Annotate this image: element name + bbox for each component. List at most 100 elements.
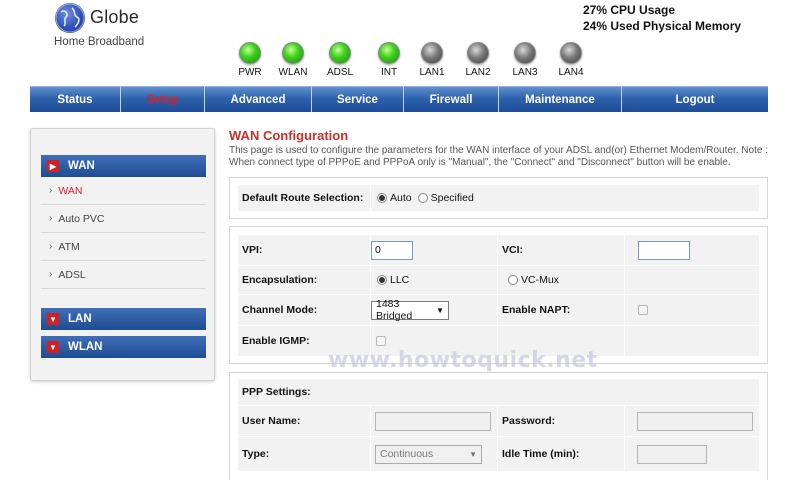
igmp-label: Enable IGMP:: [242, 335, 310, 347]
encap-vcmux-radio[interactable]: [508, 275, 518, 285]
vci-label: VCI:: [502, 244, 523, 256]
default-route-specified-radio[interactable]: [417, 193, 428, 203]
channel-mode-value: 1483 Bridged: [376, 298, 413, 322]
watermark-text: www.howtoquick.net: [328, 348, 598, 373]
nav-service[interactable]: Service: [312, 87, 404, 112]
led-pwr: PWR: [232, 42, 268, 78]
vci-input[interactable]: [638, 240, 690, 260]
led-lan2: LAN2: [460, 42, 496, 78]
sidebar-header-lan[interactable]: ▼ LAN: [41, 308, 206, 330]
encap-llc-label: LLC: [390, 274, 410, 286]
napt-checkbox[interactable]: [638, 305, 648, 315]
nav-setup[interactable]: Setup: [121, 87, 205, 112]
username-label: User Name:: [242, 415, 301, 427]
nav-advanced[interactable]: Advanced: [205, 87, 312, 112]
username-input-cell: [371, 406, 497, 436]
encap-vcmux-label: VC-Mux: [521, 274, 559, 286]
nav-logout[interactable]: Logout: [622, 87, 768, 112]
vpi-label-cell: VPI:: [238, 235, 370, 265]
password-input[interactable]: [637, 411, 753, 431]
type-label: Type:: [242, 448, 270, 460]
chevron-right-icon: ›: [49, 185, 53, 196]
cpu-usage: 27% CPU Usage: [583, 3, 676, 17]
vci-label-cell: VCI:: [498, 235, 624, 265]
sidebar-item-wan[interactable]: › WAN: [41, 177, 206, 205]
sidebar-header-label: LAN: [68, 313, 92, 325]
type-label-cell: Type:: [238, 437, 370, 471]
channel-mode-label: Channel Mode:: [242, 304, 318, 316]
idle-time-input[interactable]: [637, 444, 707, 464]
led-label: LAN2: [465, 67, 491, 78]
default-route-panel: Default Route Selection: Auto Specified: [229, 177, 768, 219]
led-indicator: [239, 42, 261, 64]
led-label: LAN1: [419, 67, 445, 78]
globe-logo: Globe Home Broadband: [52, 2, 152, 50]
default-route-auto-radio[interactable]: [377, 193, 387, 203]
idle-input-cell: [625, 437, 759, 471]
chevron-right-icon: ›: [49, 241, 53, 252]
led-indicator: [282, 42, 304, 64]
nav-status[interactable]: Status: [30, 87, 121, 112]
sidebar: ▶ WAN › WAN › Auto PVC › ATM › ADSL ▼ LA…: [30, 128, 215, 381]
sidebar-item-label: Auto PVC: [58, 212, 105, 225]
vpi-label: VPI:: [242, 244, 263, 256]
idle-time-label: Idle Time (min):: [502, 448, 580, 460]
encap-empty-cell: [625, 266, 759, 294]
encap-vcmux-cell: VC-Mux: [498, 266, 624, 294]
led-lan1: LAN1: [414, 42, 450, 78]
igmp-checkbox[interactable]: [376, 336, 386, 346]
channel-mode-select-cell: 1483 Bridged ▼: [371, 295, 497, 325]
led-indicator: [421, 42, 443, 64]
idle-label-cell: Idle Time (min):: [498, 437, 624, 471]
chevron-right-icon: ›: [49, 213, 53, 224]
username-input[interactable]: [375, 411, 491, 431]
sidebar-item-auto-pvc[interactable]: › Auto PVC: [41, 205, 206, 233]
username-label-cell: User Name:: [238, 406, 370, 436]
led-indicator: [329, 42, 351, 64]
sidebar-header-wan[interactable]: ▶ WAN: [41, 155, 206, 177]
type-value: Continuous: [380, 448, 434, 460]
sidebar-header-wlan[interactable]: ▼ WLAN: [41, 336, 206, 358]
led-int: INT: [371, 42, 407, 78]
led-lan3: LAN3: [507, 42, 543, 78]
led-label: LAN4: [558, 67, 584, 78]
sidebar-item-adsl[interactable]: › ADSL: [41, 261, 206, 289]
chevron-down-icon: ▼: [47, 341, 59, 353]
default-route-label: Default Route Selection:: [242, 192, 364, 204]
encapsulation-label: Encapsulation:: [242, 274, 318, 286]
atm-settings-panel: VPI: 0 VCI: Encapsulation: LLC VC-Mux Ch…: [229, 226, 768, 364]
led-label: WLAN: [278, 67, 308, 78]
encap-llc-radio[interactable]: [377, 275, 387, 285]
chevron-right-icon: ▶: [47, 160, 59, 172]
led-label: ADSL: [326, 67, 354, 78]
page-title: WAN Configuration: [229, 128, 349, 143]
chevron-down-icon: ▼: [47, 313, 59, 325]
channel-mode-label-cell: Channel Mode:: [238, 295, 370, 325]
default-route-specified-label: Specified: [430, 192, 474, 204]
brand-subtitle: Home Broadband: [54, 36, 145, 48]
default-route-options: Auto Specified: [371, 185, 759, 211]
led-lan4: LAN4: [553, 42, 589, 78]
led-indicator: [514, 42, 536, 64]
led-indicator: [378, 42, 400, 64]
brand-name: Globe: [90, 7, 140, 27]
sidebar-header-label: WLAN: [68, 341, 103, 353]
channel-mode-select[interactable]: 1483 Bridged ▼: [371, 298, 449, 322]
password-label: Password:: [502, 415, 556, 427]
type-select[interactable]: Continuous ▼: [375, 444, 482, 464]
sidebar-item-atm[interactable]: › ATM: [41, 233, 206, 261]
led-indicator: [467, 42, 489, 64]
password-label-cell: Password:: [498, 406, 624, 436]
main-nav: Status Setup Advanced Service Firewall M…: [30, 86, 768, 112]
caret-down-icon: ▼: [469, 449, 477, 459]
caret-down-icon: ▼: [436, 305, 444, 315]
nav-maintenance[interactable]: Maintenance: [499, 87, 622, 112]
page-description: This page is used to configure the param…: [229, 145, 768, 168]
type-select-cell: Continuous ▼: [371, 437, 497, 471]
vpi-input[interactable]: 0: [371, 240, 413, 260]
nav-firewall[interactable]: Firewall: [404, 87, 499, 112]
password-input-cell: [625, 406, 759, 436]
igmp-empty-cell-2: [625, 326, 759, 356]
led-label: PWR: [238, 67, 262, 78]
memory-usage: 24% Used Physical Memory: [583, 19, 742, 33]
